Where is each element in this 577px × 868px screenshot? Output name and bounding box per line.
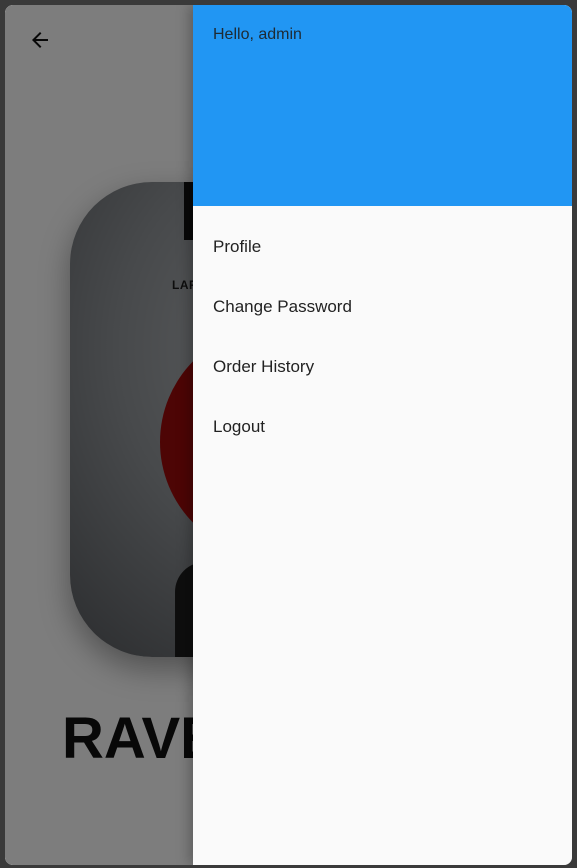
navigation-drawer: Hello, admin Profile Change Password Ord… (193, 5, 572, 865)
drawer-item-logout[interactable]: Logout (193, 397, 572, 457)
drawer-item-order-history[interactable]: Order History (193, 337, 572, 397)
drawer-greeting: Hello, admin (213, 26, 302, 43)
drawer-menu: Profile Change Password Order History Lo… (193, 206, 572, 457)
drawer-item-profile[interactable]: Profile (193, 217, 572, 277)
drawer-item-change-password[interactable]: Change Password (193, 277, 572, 337)
app-window: LARS RAVE Hello, admin Profile Change Pa… (5, 5, 572, 865)
drawer-header: Hello, admin (193, 5, 572, 206)
